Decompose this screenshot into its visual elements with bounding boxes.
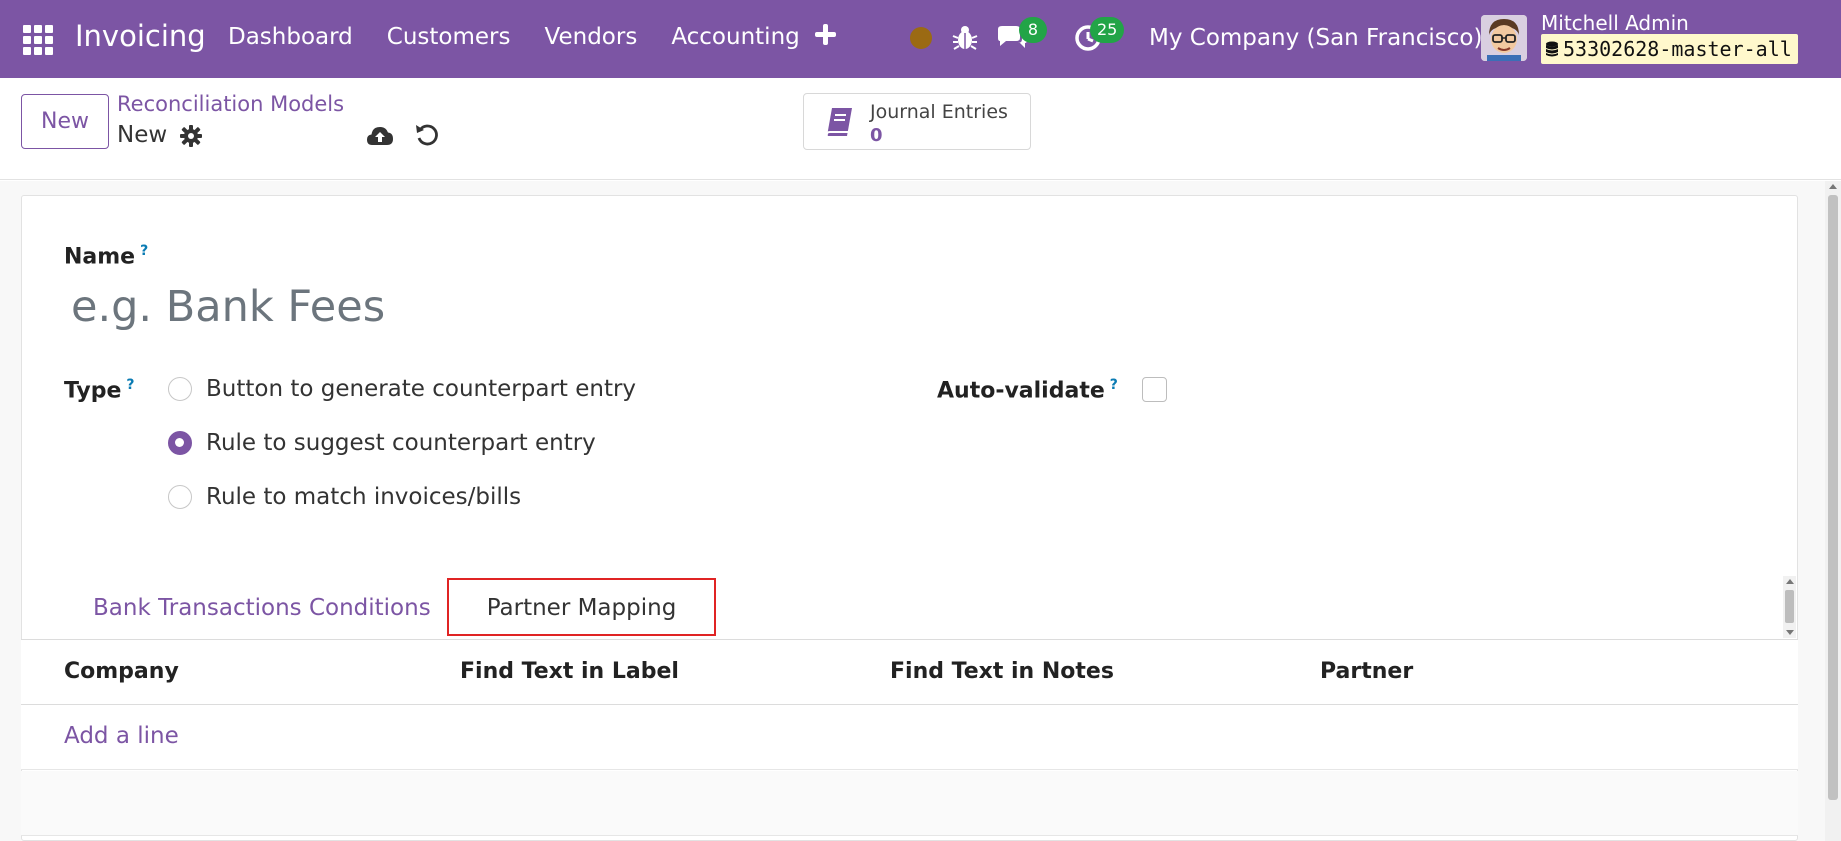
book-icon [825,108,852,137]
user-name[interactable]: Mitchell Admin [1541,11,1689,35]
menu-accounting[interactable]: Accounting [671,24,799,50]
type-radio-suggest[interactable] [168,431,192,455]
breadcrumb-current: New [117,122,168,148]
main-menu: Dashboard Customers Vendors Accounting [228,24,834,50]
type-option-label[interactable]: Rule to suggest counterpart entry [206,430,596,456]
messages-count-badge: 8 [1019,17,1047,43]
status-dot-icon[interactable] [910,27,932,49]
tab-partner-mapping[interactable]: Partner Mapping [447,578,716,636]
database-badge: 53302628-master-all [1541,34,1798,64]
top-navbar: Invoicing Dashboard Customers Vendors Ac… [0,0,1841,78]
name-input[interactable] [64,279,1764,335]
cloud-upload-icon[interactable] [366,124,394,148]
app-name[interactable]: Invoicing [75,19,206,53]
page-scrollbar[interactable] [1825,181,1841,841]
column-partner[interactable]: Partner [1320,659,1413,684]
smart-button-title: Journal Entries [870,101,1008,123]
new-button[interactable]: New [21,94,109,149]
menu-vendors[interactable]: Vendors [545,24,638,50]
name-label: Name? [64,243,149,270]
type-label: Type? [64,377,135,404]
type-help-icon[interactable]: ? [126,377,134,393]
name-help-icon[interactable]: ? [140,243,148,259]
database-name: 53302628-master-all [1563,37,1792,61]
type-option-label[interactable]: Rule to match invoices/bills [206,484,521,510]
type-radio-button[interactable] [168,377,192,401]
menu-customers[interactable]: Customers [387,24,511,50]
type-option-suggest[interactable]: Rule to suggest counterpart entry [168,430,596,456]
breadcrumb-reconciliation-models[interactable]: Reconciliation Models [117,92,344,116]
column-find-text-notes[interactable]: Find Text in Notes [890,659,1114,684]
discard-icon[interactable] [415,122,439,148]
apps-grid-icon[interactable] [23,25,53,55]
company-switcher[interactable]: My Company (San Francisco) [1149,25,1482,51]
menu-dashboard[interactable]: Dashboard [228,24,353,50]
column-find-text-label[interactable]: Find Text in Label [460,659,679,684]
database-icon [1546,41,1558,56]
activities-count-badge: 25 [1090,17,1125,43]
auto-validate-label: Auto-validate? [937,377,1118,404]
type-option-button[interactable]: Button to generate counterpart entry [168,376,636,402]
auto-validate-help-icon[interactable]: ? [1110,377,1118,393]
tabs-scrollbar[interactable] [1783,576,1796,638]
avatar[interactable] [1481,15,1527,61]
partner-mapping-table-header: Company Find Text in Label Find Text in … [21,640,1798,705]
notebook-tabs: Bank Transactions Conditions Partner Map… [21,578,1798,640]
journal-entries-smart-button[interactable]: Journal Entries 0 [803,93,1031,150]
type-option-match[interactable]: Rule to match invoices/bills [168,484,521,510]
type-radio-match[interactable] [168,485,192,509]
gear-icon[interactable] [180,125,202,147]
add-a-line-link[interactable]: Add a line [64,723,179,749]
table-row: Add a line [21,705,1798,770]
control-panel: New Reconciliation Models New Journal En… [0,78,1841,180]
type-option-label[interactable]: Button to generate counterpart entry [206,376,636,402]
plus-icon[interactable] [813,22,839,48]
column-company[interactable]: Company [64,659,179,684]
bug-icon[interactable] [952,24,978,52]
smart-button-count: 0 [870,125,883,146]
table-row [21,771,1798,836]
auto-validate-checkbox[interactable] [1142,377,1167,402]
tab-bank-transactions-conditions[interactable]: Bank Transactions Conditions [93,578,431,640]
